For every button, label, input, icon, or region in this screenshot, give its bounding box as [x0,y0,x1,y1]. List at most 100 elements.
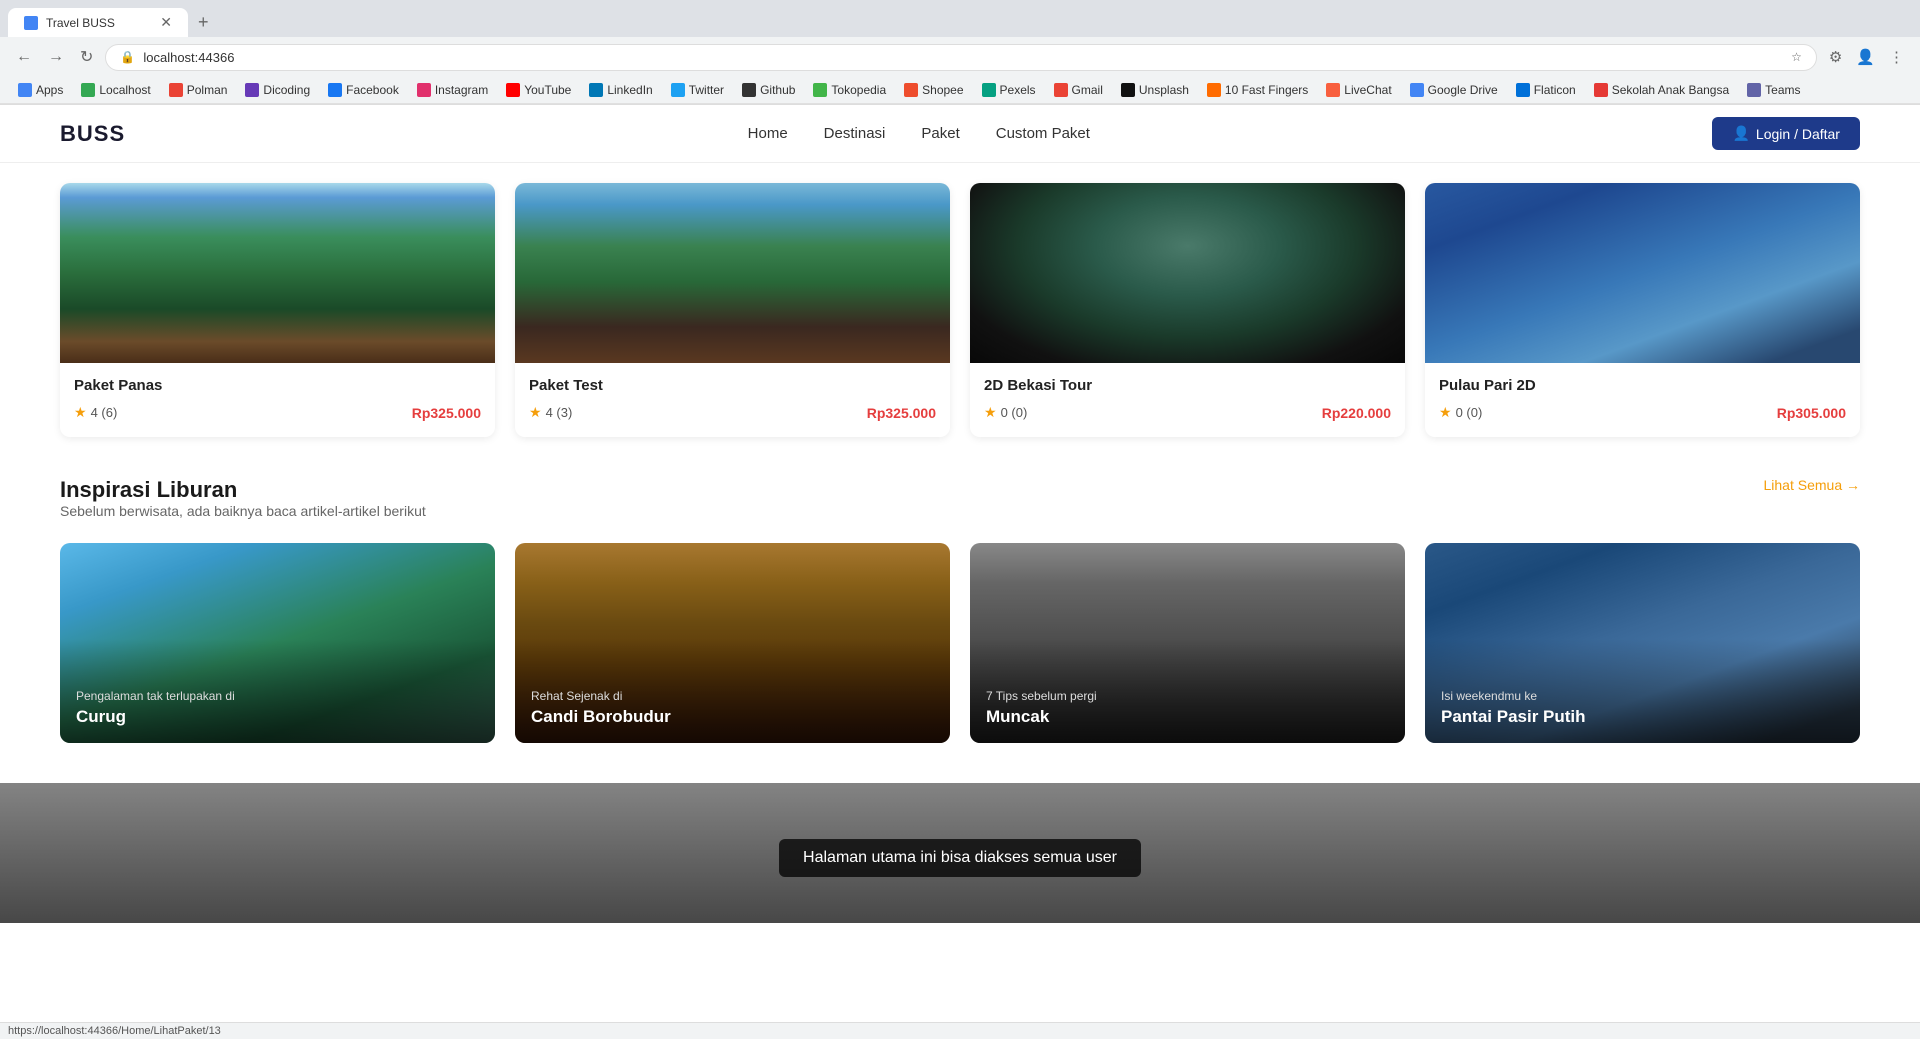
bookmark-favicon [904,83,918,97]
bottom-section: Halaman utama ini bisa diakses semua use… [0,783,1920,923]
bookmark-label: LiveChat [1344,83,1391,97]
bookmark-item[interactable]: Localhost [73,80,158,100]
bookmark-favicon [1516,83,1530,97]
package-price: Rp220.000 [1322,405,1391,421]
extensions-button[interactable]: ⚙ [1825,44,1846,70]
address-bar: ← → ↻ 🔒 localhost:44366 ☆ ⚙ 👤 ⋮ [0,37,1920,77]
bookmark-label: Polman [187,83,228,97]
articles-row: Pengalaman tak terlupakan diCurugRehat S… [60,543,1860,743]
article-overlay: Rehat Sejenak diCandi Borobudur [515,639,950,743]
section-title: Inspirasi Liburan [60,477,426,503]
tab-bar: Travel BUSS ✕ + [0,0,1920,37]
tab-title: Travel BUSS [46,16,152,30]
bookmark-item[interactable]: Github [734,80,803,100]
menu-button[interactable]: ⋮ [1885,44,1908,70]
nav-link-home[interactable]: Home [748,125,788,142]
article-title: Muncak [986,707,1389,727]
bookmark-item[interactable]: Twitter [663,80,732,100]
reload-button[interactable]: ↻ [76,43,97,71]
bookmark-item[interactable]: Shopee [896,80,971,100]
nav-link-custom-paket[interactable]: Custom Paket [996,125,1090,142]
back-button[interactable]: ← [12,44,36,70]
nav-logo[interactable]: BUSS [60,121,125,147]
bookmark-item[interactable]: Pexels [974,80,1044,100]
package-card[interactable]: Pulau Pari 2D★ 0 (0)Rp305.000 [1425,183,1860,437]
bookmark-item[interactable]: YouTube [498,80,579,100]
browser-actions: ⚙ 👤 ⋮ [1825,44,1908,70]
package-price: Rp325.000 [412,405,481,421]
bookmark-item[interactable]: Sekolah Anak Bangsa [1586,80,1737,100]
card-footer: ★ 0 (0) Rp305.000 [1439,404,1846,421]
bookmark-label: Gmail [1072,83,1103,97]
package-rating: ★ 0 (0) [1439,404,1482,421]
bookmark-label: Teams [1765,83,1800,97]
article-card[interactable]: Isi weekendmu kePantai Pasir Putih [1425,543,1860,743]
article-subtitle: 7 Tips sebelum pergi [986,689,1389,703]
bookmark-favicon [506,83,520,97]
bookmark-favicon [1054,83,1068,97]
star-bookmark-icon[interactable]: ☆ [1791,50,1802,64]
article-card[interactable]: Pengalaman tak terlupakan diCurug [60,543,495,743]
login-label: Login / Daftar [1756,126,1840,142]
tab-close-icon[interactable]: ✕ [160,14,172,31]
login-button[interactable]: 👤 Login / Daftar [1712,117,1860,150]
bookmark-favicon [169,83,183,97]
bookmark-item[interactable]: Facebook [320,80,407,100]
bookmark-favicon [18,83,32,97]
card-footer: ★ 4 (3)Rp325.000 [529,404,936,421]
url-box[interactable]: 🔒 localhost:44366 ☆ [105,44,1816,71]
bookmark-item[interactable]: Teams [1739,80,1808,100]
bookmark-item[interactable]: Gmail [1046,80,1111,100]
article-overlay: 7 Tips sebelum pergi Muncak [970,639,1405,743]
url-text: localhost:44366 [143,50,1783,65]
bookmark-label: Localhost [99,83,150,97]
article-subtitle: Rehat Sejenak di [531,689,934,703]
article-card[interactable]: 7 Tips sebelum pergi Muncak [970,543,1405,743]
bookmark-favicon [245,83,259,97]
bookmark-label: Apps [36,83,63,97]
nav-link-paket[interactable]: Paket [921,125,959,142]
article-card[interactable]: Rehat Sejenak diCandi Borobudur [515,543,950,743]
bookmark-label: Instagram [435,83,488,97]
user-icon: 👤 [1732,125,1749,142]
package-title: Paket Panas [74,377,481,394]
bookmark-item[interactable]: Google Drive [1402,80,1506,100]
nav-link-destinasi[interactable]: Destinasi [824,125,886,142]
tooltip-banner: Halaman utama ini bisa diakses semua use… [60,823,1860,893]
card-footer: ★ 4 (6)Rp325.000 [74,404,481,421]
profile-button[interactable]: 👤 [1852,44,1879,70]
rating-value: 0 (0) [1456,405,1483,420]
rating-value: 0 (0) [1001,405,1028,420]
bookmark-favicon [81,83,95,97]
bookmark-favicon [982,83,996,97]
package-image [515,183,950,363]
bookmark-item[interactable]: Flaticon [1508,80,1584,100]
lihat-semua-link[interactable]: Lihat Semua → [1764,477,1861,493]
browser-tab[interactable]: Travel BUSS ✕ [8,8,188,37]
bookmark-item[interactable]: Dicoding [237,80,318,100]
bookmark-item[interactable]: Polman [161,80,236,100]
bookmark-item[interactable]: LinkedIn [581,80,660,100]
bookmark-label: Github [760,83,795,97]
bookmark-favicon [417,83,431,97]
forward-button[interactable]: → [44,44,68,70]
package-card[interactable]: Paket Panas ★ 4 (6)Rp325.000 [60,183,495,437]
bookmark-label: Tokopedia [831,83,886,97]
package-rating: ★ 4 (3) [529,404,572,421]
bookmark-item[interactable]: Apps [10,80,71,100]
bookmark-favicon [1207,83,1221,97]
bookmark-item[interactable]: 10 Fast Fingers [1199,80,1316,100]
package-card[interactable]: Paket Test★ 4 (3)Rp325.000 [515,183,950,437]
bookmark-item[interactable]: LiveChat [1318,80,1399,100]
bookmark-favicon [1326,83,1340,97]
bookmark-label: Flaticon [1534,83,1576,97]
new-tab-button[interactable]: + [190,8,217,37]
bookmark-item[interactable]: Instagram [409,80,496,100]
rating-value: 4 (3) [546,405,573,420]
package-card[interactable]: 2D Bekasi Tour★ 0 (0)Rp220.000 [970,183,1405,437]
bookmark-item[interactable]: Tokopedia [805,80,894,100]
bookmark-favicon [742,83,756,97]
package-price: Rp305.000 [1777,405,1846,421]
bookmark-label: Pexels [1000,83,1036,97]
bookmark-item[interactable]: Unsplash [1113,80,1197,100]
